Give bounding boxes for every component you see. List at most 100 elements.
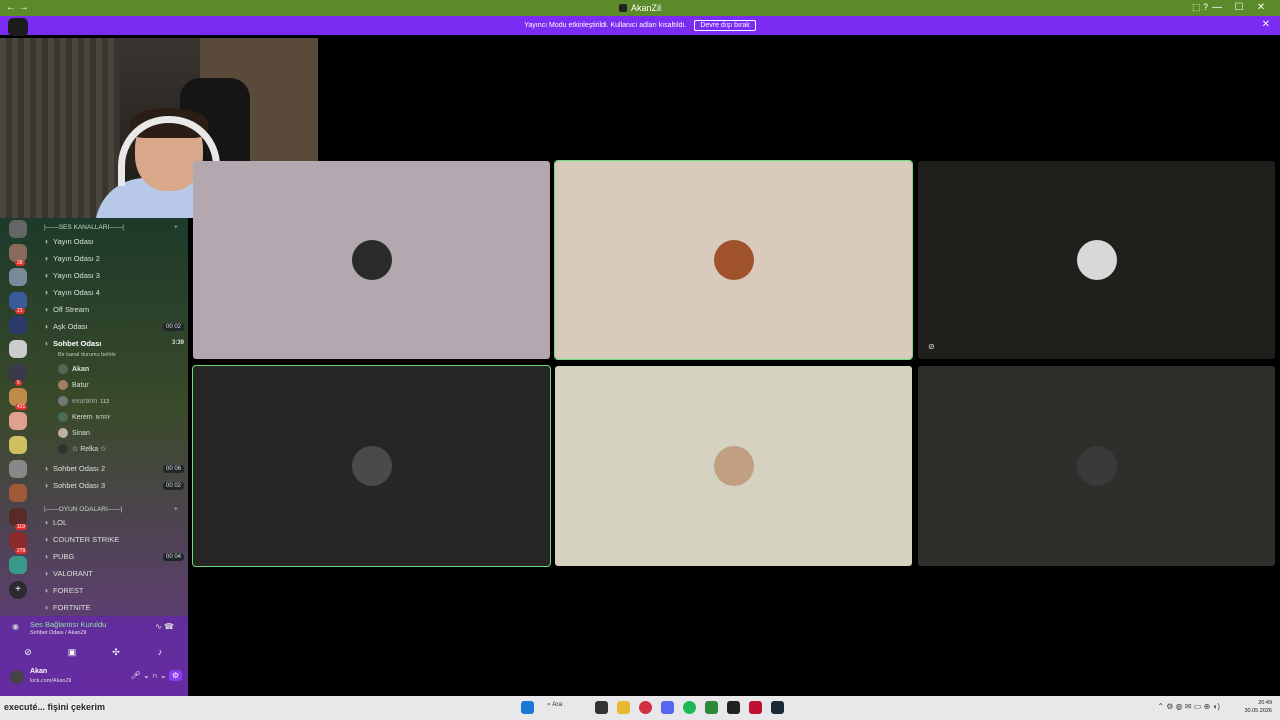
user-name: ☆ Relka ☆: [72, 445, 107, 453]
voice-user-akan[interactable]: Akan: [58, 364, 178, 378]
user-count-badge: 00 02: [162, 482, 184, 490]
voice-user-batur[interactable]: Batur: [58, 380, 178, 394]
add-channel-icon[interactable]: +: [174, 224, 178, 231]
channel-yayin-odasi[interactable]: ◖ Yayın Odası: [44, 237, 184, 251]
app-icon[interactable]: [705, 701, 718, 714]
task-view-icon[interactable]: [595, 701, 608, 714]
guild-icon[interactable]: [9, 460, 27, 478]
microphone-icon[interactable]: 🎤︎: [131, 671, 141, 680]
taskbar-search[interactable]: ⌕ Ara: [547, 701, 579, 714]
close-window-button[interactable]: ✕: [1250, 2, 1272, 13]
user-name: Kerem: [72, 413, 93, 421]
app-icon[interactable]: [727, 701, 740, 714]
category-voice-channels[interactable]: |——SES KANALLARI——| +: [44, 224, 178, 231]
channel-yayin-odasi-4[interactable]: ◖ Yayın Odası 4: [44, 288, 184, 302]
video-tile[interactable]: [555, 366, 912, 566]
activities-icon[interactable]: ✣: [94, 647, 138, 658]
speaker-icon: ◖: [44, 237, 49, 246]
guild-icon[interactable]: [9, 556, 27, 574]
add-server-icon[interactable]: +: [9, 581, 27, 599]
guild-icon[interactable]: 279: [9, 532, 28, 554]
user-name: Akan: [72, 365, 90, 373]
disable-streamer-mode-button[interactable]: Devre dışı bırak: [694, 20, 756, 31]
voice-user-relka[interactable]: ☆ Relka ☆: [58, 444, 178, 458]
channel-counter-strike[interactable]: ◖ COUNTER STRIKE: [44, 535, 184, 549]
app-logo-icon: [618, 4, 627, 12]
close-banner-button[interactable]: ✕: [1262, 19, 1270, 30]
signal-icon[interactable]: ◉: [12, 622, 19, 631]
guild-icon[interactable]: 119: [9, 508, 27, 530]
gear-icon[interactable]: ⚙: [168, 670, 182, 681]
video-tile[interactable]: [193, 161, 550, 359]
channel-sohbet-odasi-2[interactable]: ◖ Sohbet Odası 2 00 06: [44, 464, 184, 478]
voice-location[interactable]: Sohbet Odası / AkanZil: [30, 630, 86, 636]
channel-label: PUBG: [53, 552, 75, 561]
system-tray-icons[interactable]: ⌃ ⚙ ◍ ✉ ▭ ⊕ ◖): [1157, 702, 1220, 711]
screen-share-icon[interactable]: ▣: [50, 647, 94, 658]
channel-forest[interactable]: ◖ FOREST: [44, 586, 184, 600]
channel-sohbet-odasi[interactable]: ◖ Sohbet Odası 3:39: [44, 339, 184, 353]
discord-taskbar-icon[interactable]: [661, 701, 674, 714]
voice-user-kerem[interactable]: Kerem NTRY: [58, 412, 178, 426]
category-game-rooms[interactable]: |——OYUN ODALARI——| +: [44, 506, 178, 513]
steam-icon[interactable]: [771, 701, 784, 714]
chevron-down-icon[interactable]: ⌄: [143, 671, 150, 680]
guild-icon[interactable]: 431: [9, 388, 28, 410]
camera-off-icon[interactable]: ⊘: [6, 647, 50, 658]
avatar: [58, 428, 68, 438]
windows-start-icon[interactable]: [521, 701, 534, 714]
guild-icon[interactable]: 21: [9, 292, 27, 314]
streamer-mode-message-wrap: Yayıncı Modu etkinleştirildi. Kullanıcı …: [0, 20, 1280, 31]
chevron-down-icon[interactable]: ⌄: [160, 671, 167, 680]
avatar: [1076, 446, 1117, 486]
guild-icon[interactable]: [9, 436, 27, 454]
spotify-icon[interactable]: [683, 701, 696, 714]
minimize-button[interactable]: —: [1206, 2, 1228, 13]
guild-icon[interactable]: [9, 412, 27, 430]
guild-icon[interactable]: [9, 268, 27, 286]
channel-off-stream[interactable]: ◖ Off Stream: [44, 305, 184, 319]
channel-lol[interactable]: ◖ LOL: [44, 518, 184, 532]
headphones-icon[interactable]: ∩: [152, 671, 158, 680]
video-tile[interactable]: [192, 365, 551, 567]
guild-icon[interactable]: [9, 316, 27, 334]
video-tile[interactable]: ⊘: [918, 161, 1275, 359]
channel-ask-odasi[interactable]: ◖ Aşk Odası 00 02: [44, 322, 184, 336]
disconnect-icon[interactable]: ∿ ☎: [155, 622, 174, 631]
channel-label: Yayın Odası 4: [53, 288, 100, 297]
speaker-icon: ◖: [44, 322, 49, 331]
taskbar-clock[interactable]: 20:49 30.05.2026: [1244, 699, 1272, 715]
soundboard-icon[interactable]: ♪: [138, 647, 182, 657]
channel-valorant[interactable]: ◖ VALORANT: [44, 569, 184, 583]
voice-user-sinan[interactable]: Sinan: [58, 428, 178, 442]
guild-icon[interactable]: 28: [9, 244, 27, 266]
avatar[interactable]: [10, 670, 24, 684]
guild-icon[interactable]: [9, 484, 27, 502]
opera-gx-icon[interactable]: [639, 701, 652, 714]
guild-icon[interactable]: 5: [9, 364, 27, 386]
avatar: [58, 380, 68, 390]
mention-badge: 28: [15, 260, 25, 266]
channel-yayin-odasi-3[interactable]: ◖ Yayın Odası 3: [44, 271, 184, 285]
guild-icon[interactable]: [9, 220, 27, 238]
channel-status-hint[interactable]: Bir kanal durumu belirle: [58, 352, 116, 358]
current-user-name[interactable]: Akan: [30, 668, 47, 675]
maximize-button[interactable]: ☐: [1228, 2, 1250, 13]
video-tile[interactable]: [918, 366, 1275, 566]
discord-home-icon[interactable]: [8, 18, 28, 36]
file-explorer-icon[interactable]: [617, 701, 630, 714]
window-titlebar: ← → AkanZil ⬚ ? — ☐ ✕: [0, 0, 1280, 16]
channel-pubg[interactable]: ◖ PUBG 00 04: [44, 552, 184, 566]
channel-yayin-odasi-2[interactable]: ◖ Yayın Odası 2: [44, 254, 184, 268]
video-tile[interactable]: [554, 160, 913, 360]
category-voice-label: |——SES KANALLARI——|: [44, 224, 124, 231]
window-title: AkanZil: [0, 3, 1280, 13]
voice-user-exurann[interactable]: exurann 113: [58, 396, 178, 410]
channel-sohbet-odasi-3[interactable]: ◖ Sohbet Odası 3 00 02: [44, 481, 184, 495]
app-icon[interactable]: [749, 701, 762, 714]
voice-status[interactable]: Ses Bağlantısı Kuruldu: [30, 620, 106, 629]
speaker-icon: ◖: [44, 603, 49, 612]
channel-fortnite[interactable]: ◖ FORTNITE: [44, 603, 184, 617]
add-channel-icon[interactable]: +: [174, 506, 178, 513]
guild-icon[interactable]: [9, 340, 27, 358]
